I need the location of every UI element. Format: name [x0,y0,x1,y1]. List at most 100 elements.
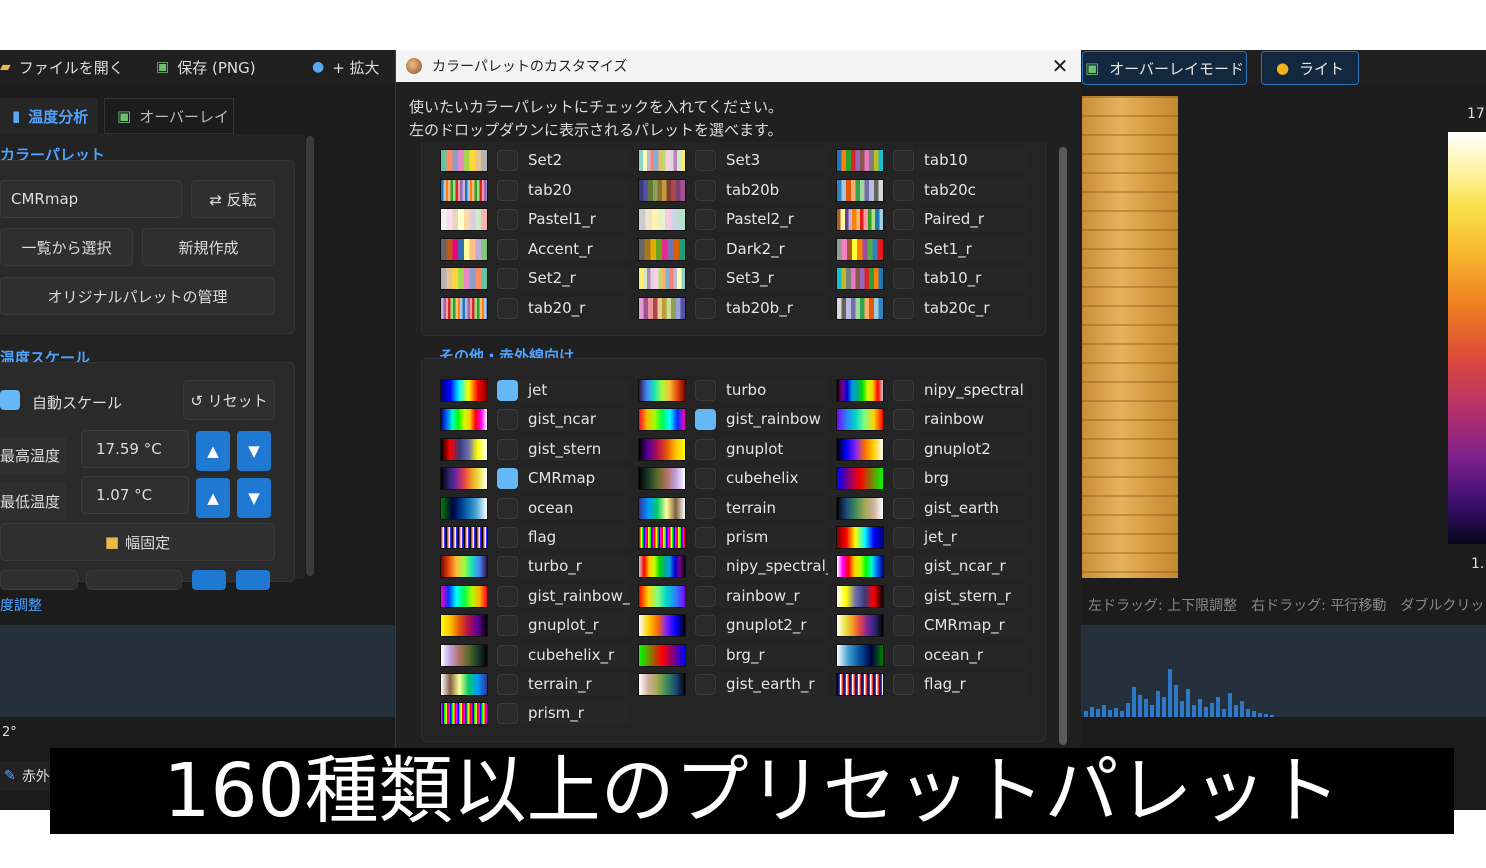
palette-checkbox[interactable] [695,615,716,637]
min-temp-up-button[interactable]: ▲ [196,478,230,518]
palette-checkbox[interactable] [497,268,518,289]
palette-checkbox[interactable] [893,150,914,171]
palette-checkbox[interactable] [695,438,716,460]
palette-swatch [836,437,884,461]
palette-checkbox[interactable] [497,674,518,695]
new-palette-button[interactable]: 新規作成 [142,228,275,266]
palette-name: cubehelix [718,467,828,491]
palette-checkbox[interactable] [695,585,716,607]
palette-name: ocean_r [916,643,1026,667]
palette-checkbox[interactable] [893,644,914,666]
select-from-list-button[interactable]: 一覧から選択 [0,228,133,266]
palette-swatch [440,526,488,549]
palette-swatch [836,526,884,549]
palette-name: brg_r [718,643,828,667]
palette-item: Dark2_r [638,237,828,261]
palette-checkbox[interactable] [893,179,914,201]
pencil-icon: ✎ [4,768,16,784]
palette-checkbox[interactable] [695,179,716,201]
auto-scale-checkbox[interactable] [0,390,20,410]
light-theme-button[interactable]: ● ライト [1261,51,1359,85]
palette-checkbox[interactable] [497,150,518,171]
fixed-width-button[interactable]: ■ 幅固定 [0,523,275,561]
palette-item: Pastel2_r [638,208,828,231]
max-temp-input[interactable]: 17.59 °C [81,430,189,468]
palette-checkbox[interactable] [497,238,518,260]
palette-checkbox[interactable] [497,703,518,725]
palette-checkbox[interactable] [893,268,914,289]
palette-checkbox[interactable] [497,556,518,578]
palette-checkbox[interactable] [893,409,914,431]
palette-checkbox[interactable] [497,409,518,431]
palette-checkbox[interactable] [695,674,716,695]
palette-checkbox[interactable] [893,238,914,260]
palette-checkbox[interactable] [893,497,914,519]
tab-thermal[interactable]: ▮ 温度分析 [0,98,98,134]
palette-checkbox[interactable] [497,468,518,490]
overlay-mode-button[interactable]: ▣ オーバーレイモード [1082,51,1247,85]
open-file-button[interactable]: ▰ ファイルを開く [0,50,124,84]
palette-checkbox[interactable] [893,674,914,695]
palette-name: prism [718,526,828,549]
palette-swatch [638,555,686,579]
partial-button[interactable] [0,570,78,590]
palette-checkbox[interactable] [893,527,914,548]
palette-checkbox[interactable] [695,150,716,171]
min-temp-down-button[interactable]: ▼ [237,478,271,518]
palette-customize-dialog: カラーパレットのカスタマイズ ✕ 使いたいカラーパレットにチェックを入れてくださ… [395,50,1081,750]
max-temp-up-button[interactable]: ▲ [196,431,230,471]
palette-checkbox[interactable] [497,380,518,401]
palette-checkbox[interactable] [497,615,518,637]
palette-item: gnuplot [638,437,828,461]
palette-checkbox[interactable] [893,438,914,460]
sidebar-scrollbar[interactable] [306,136,314,576]
palette-checkbox[interactable] [497,209,518,230]
palette-checkbox[interactable] [497,438,518,460]
palette-checkbox[interactable] [695,409,716,431]
palette-checkbox[interactable] [497,297,518,319]
palette-checkbox[interactable] [695,297,716,319]
palette-name: CMRmap_r [916,614,1026,638]
palette-checkbox[interactable] [695,644,716,666]
dialog-scrollbar[interactable] [1059,147,1067,745]
palette-checkbox[interactable] [893,585,914,607]
palette-checkbox[interactable] [497,179,518,201]
partial-spin-up[interactable] [192,570,226,590]
palette-checkbox[interactable] [695,556,716,578]
palette-checkbox[interactable] [497,497,518,519]
palette-checkbox[interactable] [893,615,914,637]
tab-overlay[interactable]: ▣ オーバーレイ [104,98,234,134]
thermal-image[interactable] [1082,96,1178,578]
palette-checkbox[interactable] [497,527,518,548]
palette-checkbox[interactable] [695,268,716,289]
palette-item: brg [836,467,1026,491]
palette-checkbox[interactable] [893,468,914,490]
palette-checkbox[interactable] [695,527,716,548]
palette-checkbox[interactable] [695,209,716,230]
palette-checkbox[interactable] [497,585,518,607]
invert-button[interactable]: ⇄ 反転 [191,180,275,218]
palette-checkbox[interactable] [497,644,518,666]
manage-palettes-button[interactable]: オリジナルパレットの管理 [0,277,275,315]
partial-spin-down[interactable] [236,570,270,590]
palette-checkbox[interactable] [893,209,914,230]
palette-checkbox[interactable] [695,497,716,519]
zoom-in-button[interactable]: ● + 拡大 [312,50,380,84]
palette-checkbox[interactable] [893,297,914,319]
palette-item: rainbow_r [638,584,828,608]
palette-checkbox[interactable] [695,468,716,490]
save-png-button[interactable]: ▣ 保存 (PNG) [156,50,256,84]
reset-button[interactable]: ↺ リセット [183,380,275,420]
partial-field[interactable] [86,570,182,590]
close-icon[interactable]: ✕ [1048,54,1072,78]
max-temp-down-button[interactable]: ▼ [237,431,271,471]
palette-checkbox[interactable] [695,380,716,401]
dialog-titlebar: カラーパレットのカスタマイズ ✕ [396,50,1081,82]
palette-checkbox[interactable] [893,380,914,401]
palette-swatch [638,267,686,290]
palette-checkbox[interactable] [893,556,914,578]
palette-checkbox[interactable] [695,238,716,260]
palette-dropdown[interactable]: CMRmap [0,180,182,218]
min-temp-input[interactable]: 1.07 °C [81,476,189,514]
palette-name: Set3_r [718,267,828,290]
